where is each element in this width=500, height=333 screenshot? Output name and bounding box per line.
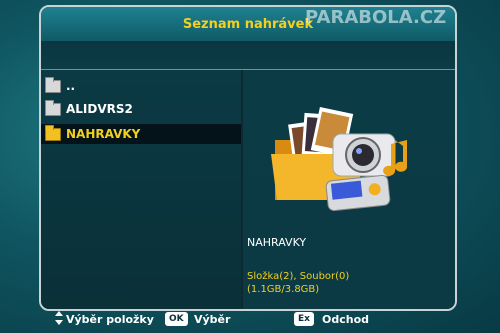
disk-usage: (1.1GB/3.8GB) [247,284,320,295]
ok-key-badge[interactable]: OK [165,312,188,326]
select-item-hint: Výběr položky [66,313,154,326]
up-down-arrows-icon [55,311,63,325]
ok-hint: Výběr [194,313,231,326]
file-list: .. ALIDVRS2 NAHRAVKY [41,70,241,309]
list-item-label: NAHRAVKY [66,127,141,141]
folder-icon [45,99,61,116]
exit-key-badge[interactable]: Ex [294,312,314,326]
list-item-alidvrs2[interactable]: ALIDVRS2 [41,99,241,119]
recordings-window: Seznam nahrávek .. ALIDVRS2 NAHRAVKY NAH… [39,5,457,311]
media-folder-icon [271,106,408,212]
selected-item-name: NAHRAVKY [247,236,307,249]
details-pane: NAHRAVKY Složka(2), Soubor(0) (1.1GB/3.8… [243,70,455,309]
folder-file-counts: Složka(2), Soubor(0) [247,271,350,282]
header-strip [41,41,455,70]
watermark: PARABOLA.CZ [305,7,447,28]
open-folder-icon [45,124,61,141]
list-item-label: .. [66,79,76,93]
list-item-label: ALIDVRS2 [66,102,133,116]
list-item-nahravky[interactable]: NAHRAVKY [41,124,241,144]
list-item-parent[interactable]: .. [41,76,241,96]
button-hints-bar: Výběr položky OK Výběr Ex Odchod [0,307,500,333]
folder-icon [45,76,61,93]
exit-hint: Odchod [322,313,370,326]
